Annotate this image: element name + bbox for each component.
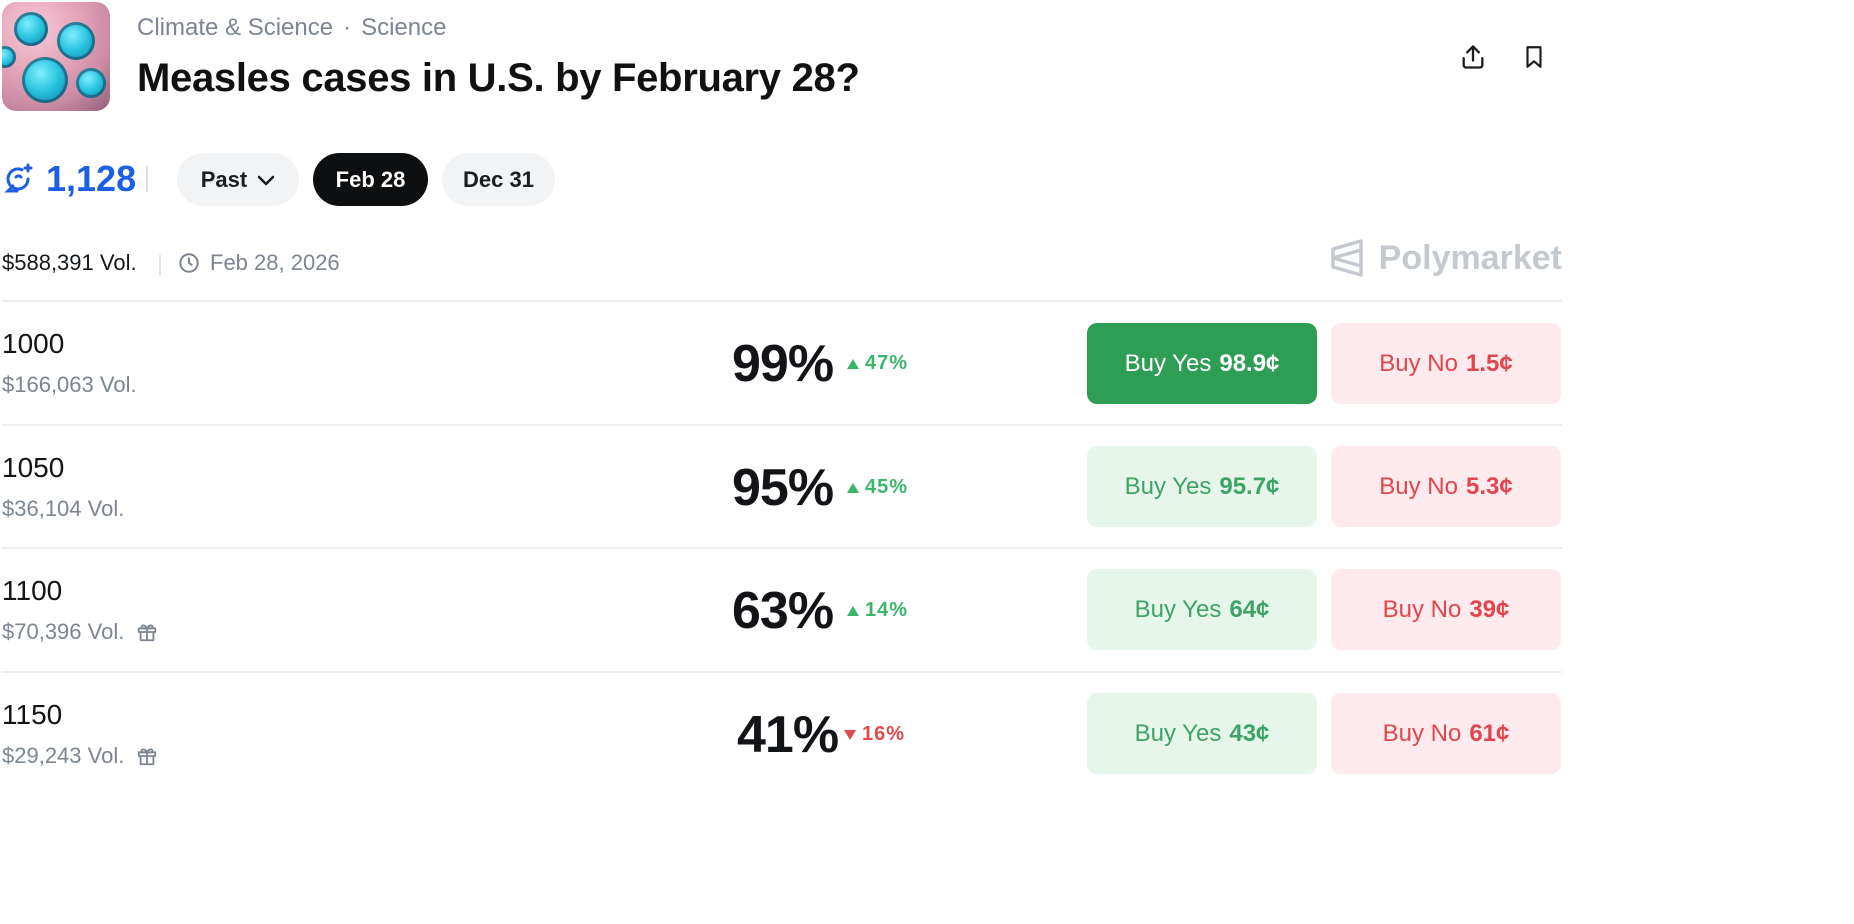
buy-no-label: Buy No bbox=[1379, 472, 1458, 500]
breadcrumb: Climate & Science · Science bbox=[137, 14, 446, 42]
outcome-change-value: 16% bbox=[862, 723, 906, 745]
comments-icon bbox=[4, 163, 33, 193]
breadcrumb-subcategory[interactable]: Science bbox=[361, 14, 446, 41]
share-button[interactable] bbox=[1453, 37, 1493, 77]
buy-yes-label: Buy Yes bbox=[1134, 719, 1222, 747]
triangle-down-icon bbox=[844, 729, 856, 740]
outcome-row[interactable]: 1050 $36,104 Vol. 95% 45% Buy Yes 95.7¢ B… bbox=[0, 426, 1562, 549]
triangle-up-icon bbox=[847, 482, 859, 493]
outcome-label: 1150 bbox=[2, 699, 63, 730]
buy-no-price: 39¢ bbox=[1469, 595, 1510, 623]
share-icon bbox=[1462, 45, 1484, 69]
comments-count[interactable]: 1,128 bbox=[4, 158, 136, 200]
bookmark-icon bbox=[1526, 46, 1542, 68]
breadcrumb-separator: · bbox=[343, 14, 352, 41]
divider bbox=[159, 255, 161, 275]
outcome-volume-value: $36,104 Vol. bbox=[2, 496, 125, 521]
brand-name: Polymarket bbox=[1378, 238, 1562, 277]
outcome-probability: 95% bbox=[732, 459, 834, 517]
outcome-probability: 99% bbox=[732, 335, 834, 393]
buy-yes-price: 98.9¢ bbox=[1219, 349, 1280, 377]
outcome-volume-value: $70,396 Vol. bbox=[2, 619, 125, 644]
outcome-row[interactable]: 1000 $166,063 Vol. 99% 47% Buy Yes 98.9¢ … bbox=[0, 302, 1562, 425]
outcome-volume: $29,243 Vol. bbox=[2, 743, 158, 769]
divider bbox=[146, 166, 148, 192]
chevron-down-icon bbox=[257, 175, 275, 185]
polymarket-watermark: Polymarket bbox=[1329, 238, 1562, 278]
buy-no-price: 1.5¢ bbox=[1465, 349, 1513, 377]
outcome-change-value: 45% bbox=[865, 476, 909, 498]
clock-icon bbox=[179, 253, 199, 273]
total-volume: $588,391 Vol. bbox=[2, 250, 137, 275]
outcome-change: 45% bbox=[846, 476, 908, 499]
triangle-up-icon bbox=[847, 605, 859, 616]
comments-count-value: 1,128 bbox=[46, 158, 137, 199]
tab-dec-31[interactable]: Dec 31 bbox=[442, 153, 555, 206]
buy-yes-label: Buy Yes bbox=[1124, 349, 1212, 377]
buy-no-price: 5.3¢ bbox=[1465, 472, 1513, 500]
outcome-volume: $36,104 Vol. bbox=[2, 496, 124, 522]
tab-feb-28[interactable]: Feb 28 bbox=[313, 153, 428, 206]
outcome-change-value: 14% bbox=[865, 599, 909, 621]
outcome-volume: $70,396 Vol. bbox=[2, 619, 158, 645]
end-date-value: Feb 28, 2026 bbox=[210, 250, 340, 275]
buy-no-label: Buy No bbox=[1382, 595, 1462, 623]
gift-icon bbox=[138, 748, 157, 766]
outcome-label: 1100 bbox=[2, 575, 63, 606]
outcome-probability: 41% bbox=[737, 706, 839, 764]
buy-no-button[interactable]: Buy No 61¢ bbox=[1331, 693, 1561, 774]
tab-feb-28-label: Feb 28 bbox=[335, 166, 406, 192]
page-title: Measles cases in U.S. by February 28? bbox=[137, 56, 860, 100]
buy-no-button[interactable]: Buy No 5.3¢ bbox=[1331, 446, 1561, 527]
outcome-change: 14% bbox=[846, 599, 908, 622]
buy-yes-button[interactable]: Buy Yes 43¢ bbox=[1087, 693, 1317, 774]
buy-yes-label: Buy Yes bbox=[1134, 595, 1222, 623]
buy-yes-price: 64¢ bbox=[1229, 595, 1270, 623]
buy-yes-price: 95.7¢ bbox=[1219, 472, 1280, 500]
buy-no-label: Buy No bbox=[1382, 719, 1462, 747]
outcome-change: 47% bbox=[846, 352, 908, 375]
buy-no-price: 61¢ bbox=[1469, 719, 1510, 747]
gift-icon bbox=[138, 624, 157, 642]
outcome-change: 16% bbox=[843, 723, 905, 746]
outcome-volume-value: $29,243 Vol. bbox=[2, 743, 125, 768]
buy-yes-button[interactable]: Buy Yes 64¢ bbox=[1087, 569, 1317, 650]
outcome-label: 1000 bbox=[2, 328, 65, 359]
outcome-change-value: 47% bbox=[865, 352, 909, 374]
triangle-up-icon bbox=[847, 358, 859, 369]
buy-no-label: Buy No bbox=[1379, 349, 1458, 377]
outcome-probability: 63% bbox=[732, 582, 834, 640]
end-date: Feb 28, 2026 bbox=[178, 250, 340, 276]
tab-past-label: Past bbox=[200, 166, 248, 192]
outcome-row[interactable]: 1100 $70,396 Vol. 63% 14% Buy Yes 64¢ Buy… bbox=[0, 549, 1562, 672]
buy-yes-button[interactable]: Buy Yes 98.9¢ bbox=[1087, 323, 1317, 404]
tab-past[interactable]: Past bbox=[177, 153, 299, 206]
buy-no-button[interactable]: Buy No 39¢ bbox=[1331, 569, 1561, 650]
outcome-volume: $166,063 Vol. bbox=[2, 372, 137, 398]
buy-yes-button[interactable]: Buy Yes 95.7¢ bbox=[1087, 446, 1317, 527]
tab-dec-31-label: Dec 31 bbox=[463, 166, 534, 192]
outcome-volume-value: $166,063 Vol. bbox=[2, 372, 137, 397]
bookmark-button[interactable] bbox=[1514, 37, 1554, 77]
buy-yes-price: 43¢ bbox=[1229, 719, 1270, 747]
breadcrumb-category[interactable]: Climate & Science bbox=[137, 14, 333, 41]
buy-no-button[interactable]: Buy No 1.5¢ bbox=[1331, 323, 1561, 404]
outcome-row[interactable]: 1150 $29,243 Vol. 41% 16% Buy Yes 43¢ Buy… bbox=[0, 673, 1562, 796]
outcome-label: 1050 bbox=[2, 452, 65, 483]
market-thumbnail bbox=[2, 2, 110, 111]
polymarket-logo-icon bbox=[1330, 239, 1363, 277]
buy-yes-label: Buy Yes bbox=[1124, 472, 1212, 500]
